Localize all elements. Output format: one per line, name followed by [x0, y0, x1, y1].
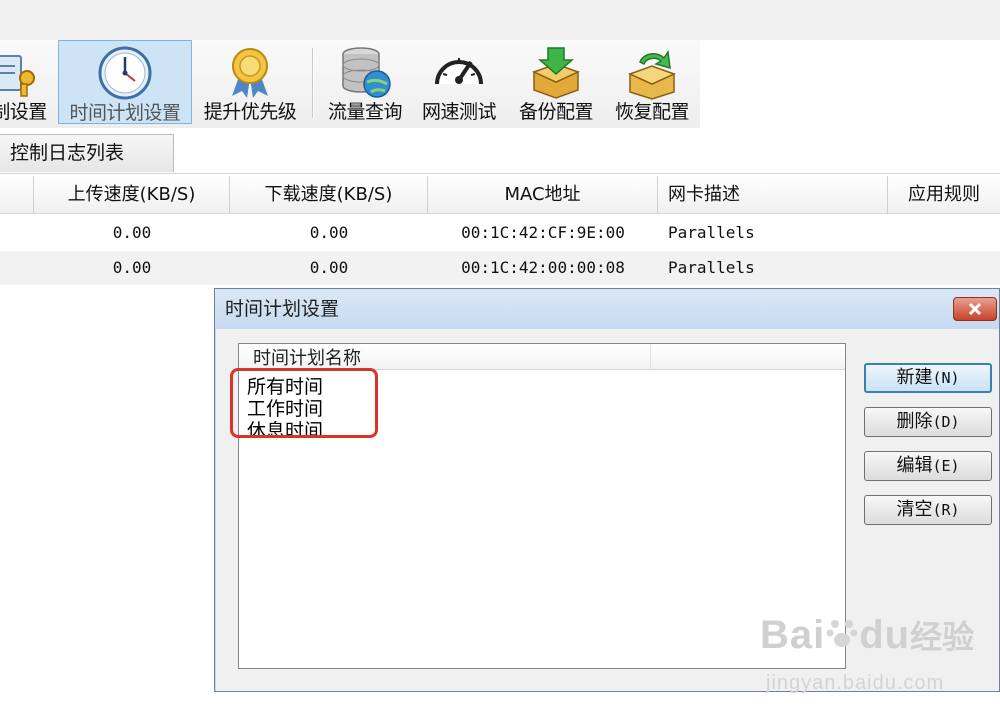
toolbar-empty-area — [700, 40, 1000, 128]
clock-icon — [97, 45, 153, 101]
award-ribbon-icon — [222, 44, 278, 100]
main-toolbar: 制设置 时间计划设置 提升优先级 流量查询 网速测试 备份配置 恢复配置 — [0, 40, 700, 128]
dialog-title: 时间计划设置 — [225, 298, 340, 320]
list-item[interactable]: 休息时间 — [247, 420, 323, 438]
schedule-list[interactable]: 时间计划名称 所有时间 工作时间 休息时间 — [238, 343, 846, 669]
delete-button-label: 删除 — [896, 411, 933, 432]
grid-column-header-upload[interactable]: 上传速度(KB/S) — [34, 176, 230, 214]
grid-column-header-download[interactable]: 下载速度(KB/S) — [230, 176, 428, 214]
toolbar-button-control-settings[interactable]: 制设置 — [0, 40, 52, 124]
delete-button-accelerator: (D) — [932, 413, 960, 431]
cell-download: 0.00 — [309, 223, 349, 242]
close-icon — [968, 302, 982, 316]
grid-column-header-mac[interactable]: MAC地址 — [428, 176, 658, 214]
toolbar-button-label: 备份配置 — [518, 101, 594, 123]
toolbar-button-label: 网速测试 — [421, 101, 497, 123]
table-row[interactable]: 0.00 0.00 00:1C:42:00:00:08 Parallels — [0, 251, 1000, 285]
toolbar-button-traffic-query[interactable]: 流量查询 — [320, 40, 410, 124]
toolbar-button-backup-config[interactable]: 备份配置 — [510, 40, 602, 124]
toolbar-separator — [312, 48, 313, 118]
watermark-brand-suffix: du — [859, 613, 911, 657]
table-row[interactable]: 0.00 0.00 00:1C:42:CF:9E:00 Parallels — [0, 216, 1000, 250]
edit-button[interactable]: 编辑(E) — [864, 451, 992, 481]
paw-icon — [826, 620, 858, 647]
watermark-brand: Bai — [760, 613, 826, 657]
toolbar-button-label: 制设置 — [0, 101, 47, 123]
cell-download: 0.00 — [309, 258, 349, 277]
cell-nic-desc: Parallels — [668, 223, 755, 242]
database-globe-icon — [337, 44, 393, 100]
tab-strip: 控制日志列表 — [0, 128, 1000, 174]
cell-nic-desc: Parallels — [668, 258, 755, 277]
list-column-header-name[interactable]: 时间计划名称 — [239, 344, 651, 370]
toolbar-button-speed-test[interactable]: 网速测试 — [414, 40, 504, 124]
toolbar-button-label: 流量查询 — [327, 101, 403, 123]
toolbar-button-restore-config[interactable]: 恢复配置 — [606, 40, 698, 124]
edit-button-accelerator: (E) — [932, 457, 960, 475]
toolbar-button-label: 恢复配置 — [614, 101, 690, 123]
clear-button[interactable]: 清空(R) — [864, 495, 992, 525]
grid-column-header-rule[interactable]: 应用规则 — [888, 176, 1000, 214]
new-button[interactable]: 新建(N) — [864, 363, 992, 393]
watermark-cn: 经验 — [910, 618, 975, 656]
toolbar-button-schedule-settings[interactable]: 时间计划设置 — [58, 40, 192, 124]
box-restore-icon — [624, 44, 680, 100]
clear-button-label: 清空 — [896, 499, 933, 520]
schedule-list-header: 时间计划名称 — [239, 344, 845, 370]
cell-upload: 0.00 — [112, 223, 152, 242]
list-item[interactable]: 工作时间 — [247, 398, 323, 420]
control-settings-icon — [0, 44, 47, 100]
toolbar-button-raise-priority[interactable]: 提升优先级 — [196, 40, 304, 124]
cell-mac: 00:1C:42:00:00:08 — [461, 258, 625, 277]
window-top-strip — [0, 0, 1000, 40]
grid-header: 上传速度(KB/S) 下载速度(KB/S) MAC地址 网卡描述 应用规则 — [0, 176, 1000, 214]
speedometer-icon — [431, 44, 487, 100]
tab-log-list[interactable]: 控制日志列表 — [0, 134, 174, 172]
grid-column-header-nic[interactable]: 网卡描述 — [658, 176, 888, 214]
grid-column-header-hidden[interactable] — [0, 176, 34, 214]
dialog-title-bar[interactable]: 时间计划设置 — [215, 289, 999, 329]
toolbar-button-label: 时间计划设置 — [69, 102, 181, 124]
cell-mac: 00:1C:42:CF:9E:00 — [461, 223, 625, 242]
baidu-watermark: Bai du经验 — [760, 612, 974, 658]
new-button-accelerator: (N) — [932, 369, 960, 387]
clear-button-accelerator: (R) — [932, 501, 960, 519]
watermark-url: jingyan.baidu.com — [766, 672, 945, 694]
list-item[interactable]: 所有时间 — [247, 376, 323, 398]
toolbar-button-label: 提升优先级 — [203, 101, 297, 123]
cell-upload: 0.00 — [112, 258, 152, 277]
edit-button-label: 编辑 — [896, 455, 933, 476]
delete-button[interactable]: 删除(D) — [864, 407, 992, 437]
new-button-label: 新建 — [896, 367, 933, 388]
dialog-close-button[interactable] — [953, 297, 997, 321]
box-download-icon — [528, 44, 584, 100]
